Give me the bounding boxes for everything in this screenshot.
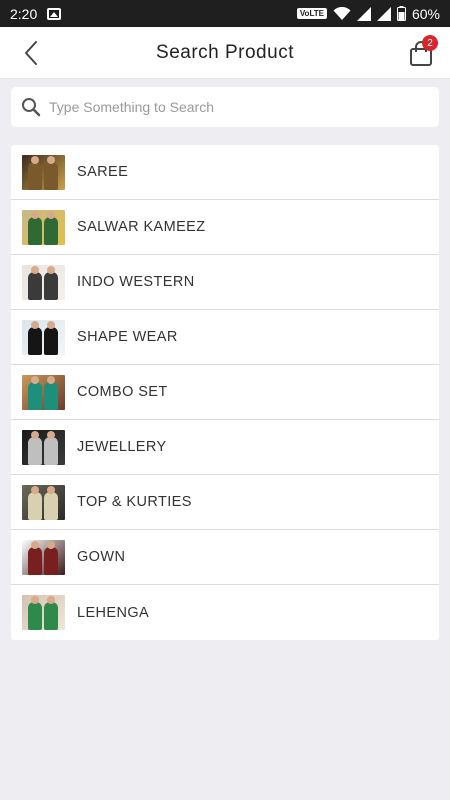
signal-icon [356,6,371,21]
gallery-notification-icon [47,7,62,20]
battery-percent: 60% [411,5,440,22]
chevron-left-icon [25,41,37,65]
wifi-icon [333,6,351,20]
category-item[interactable]: TOP & KURTIES [11,475,439,530]
app-header: Search Product 2 [0,27,450,79]
category-list: SAREE SALWAR KAMEEZ INDO WESTERN SHAPE WEAR… [11,145,439,640]
category-label: GOWN [77,549,126,565]
volte-badge: VoLTE [296,8,327,19]
search-input[interactable] [49,99,429,115]
category-item[interactable]: SHAPE WEAR [11,310,439,365]
category-label: SAREE [77,164,129,180]
cart-count-badge: 2 [422,35,438,51]
category-label: SALWAR KAMEEZ [77,219,206,235]
category-thumbnail [22,429,65,465]
category-label: INDO WESTERN [77,274,195,290]
category-item[interactable]: GOWN [11,530,439,585]
category-label: TOP & KURTIES [77,494,192,510]
status-bar: 2:20 VoLTE 60% [0,0,450,27]
category-item[interactable]: INDO WESTERN [11,255,439,310]
category-label: LEHENGA [77,604,150,621]
category-item[interactable]: JEWELLERY [11,420,439,475]
status-time: 2:20 [10,5,38,22]
category-thumbnail [22,209,65,245]
category-thumbnail [22,374,65,410]
category-thumbnail [22,319,65,355]
category-label: COMBO SET [77,384,168,400]
battery-icon [396,6,406,21]
category-item[interactable]: SALWAR KAMEEZ [11,200,439,255]
search-icon [22,98,41,117]
category-thumbnail [22,484,65,520]
category-thumbnail [22,539,65,575]
page-title: Search Product [156,41,294,63]
cart-button[interactable]: 2 [406,35,438,67]
category-label: SHAPE WEAR [77,329,178,345]
category-thumbnail [22,595,65,630]
category-item[interactable]: SAREE [11,145,439,200]
category-thumbnail [22,154,65,190]
category-label: JEWELLERY [77,439,167,455]
category-thumbnail [22,264,65,300]
search-box[interactable] [11,87,439,127]
signal-icon-2 [376,6,391,21]
category-item[interactable]: COMBO SET [11,365,439,420]
back-button[interactable] [18,39,46,67]
category-item[interactable]: LEHENGA [11,585,439,640]
